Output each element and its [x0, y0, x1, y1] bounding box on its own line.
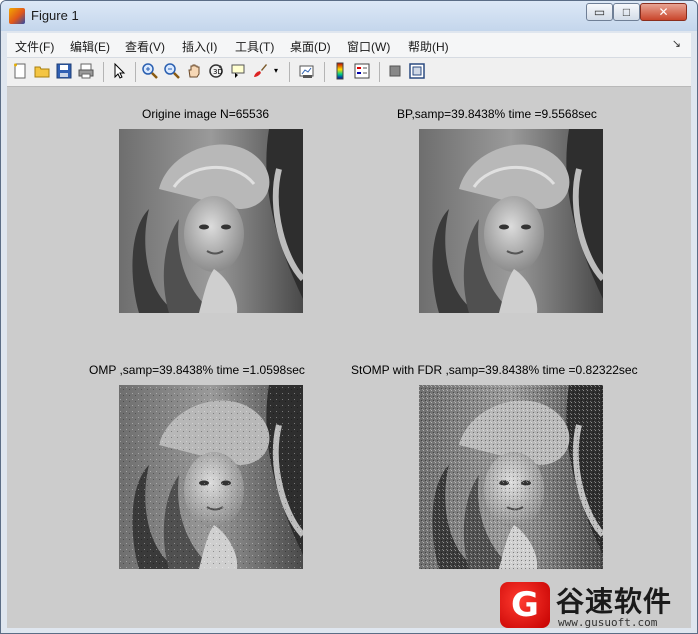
link-plot-icon[interactable]	[298, 62, 316, 80]
watermark-text: 谷速软件	[556, 585, 673, 618]
data-cursor-icon[interactable]	[229, 62, 247, 80]
subplot-title-stomp: StOMP with FDR ,samp=39.8438% time =0.82…	[351, 363, 638, 377]
subplot-title-omp: OMP ,samp=39.8438% time =1.0598sec	[89, 363, 305, 377]
watermark-url: www.gusuoft.com	[558, 616, 658, 629]
subplot-image-omp	[119, 385, 303, 569]
dock-arrow-icon[interactable]: ↘	[672, 37, 681, 50]
close-icon: ✕	[658, 5, 669, 19]
subplot-image-original	[119, 129, 303, 313]
legend-icon[interactable]	[353, 62, 371, 80]
menu-edit[interactable]: 编辑(E)	[70, 38, 110, 55]
close-button[interactable]: ✕	[640, 3, 687, 21]
maximize-icon: □	[622, 5, 631, 19]
svg-text:3D: 3D	[213, 68, 223, 76]
title-bar: Figure 1 ▭ □ ✕	[1, 1, 697, 31]
brush-dropdown-icon[interactable]: ▾	[271, 62, 281, 80]
zoom-in-icon[interactable]	[141, 62, 159, 80]
menu-bar: 文件(F) 编辑(E) 查看(V) 插入(I) 工具(T) 桌面(D) 窗口(W…	[7, 33, 691, 58]
open-file-icon[interactable]	[33, 62, 51, 80]
watermark: G 谷速软件 www.gusuoft.com	[498, 580, 696, 630]
menu-file[interactable]: 文件(F)	[15, 38, 54, 55]
hide-plot-tools-icon[interactable]	[386, 62, 404, 80]
pan-icon[interactable]	[185, 62, 203, 80]
maximize-button[interactable]: □	[613, 3, 640, 21]
menu-insert[interactable]: 插入(I)	[182, 38, 217, 55]
menu-view[interactable]: 查看(V)	[125, 38, 165, 55]
rotate-3d-icon[interactable]: 3D	[207, 62, 225, 80]
watermark-logo: G	[500, 582, 550, 628]
matlab-icon	[9, 8, 25, 24]
figure-toolbar: 3D ▾	[7, 58, 691, 87]
zoom-out-icon[interactable]	[163, 62, 181, 80]
new-figure-icon[interactable]	[11, 62, 29, 80]
menu-help[interactable]: 帮助(H)	[408, 38, 449, 55]
brush-icon[interactable]	[251, 62, 269, 80]
edit-plot-icon[interactable]	[110, 62, 128, 80]
figure-canvas: Origine image N=65536 BP,samp=39.8438% t…	[7, 87, 691, 628]
print-icon[interactable]	[77, 62, 95, 80]
menu-desktop[interactable]: 桌面(D)	[290, 38, 331, 55]
subplot-image-bp	[419, 129, 603, 313]
save-icon[interactable]	[55, 62, 73, 80]
minimize-button[interactable]: ▭	[586, 3, 613, 21]
subplot-title-bp: BP,samp=39.8438% time =9.5568sec	[397, 107, 597, 121]
menu-tools[interactable]: 工具(T)	[235, 38, 274, 55]
colorbar-icon[interactable]	[331, 62, 349, 80]
subplot-title-original: Origine image N=65536	[142, 107, 270, 121]
minimize-icon: ▭	[593, 5, 606, 19]
window-title: Figure 1	[31, 8, 79, 23]
show-plot-tools-icon[interactable]	[408, 62, 426, 80]
menu-window[interactable]: 窗口(W)	[347, 38, 390, 55]
subplot-image-stomp	[419, 385, 603, 569]
figure-window: Figure 1 ▭ □ ✕ 文件(F) 编辑(E) 查看(V) 插入(I) 工…	[0, 0, 698, 634]
